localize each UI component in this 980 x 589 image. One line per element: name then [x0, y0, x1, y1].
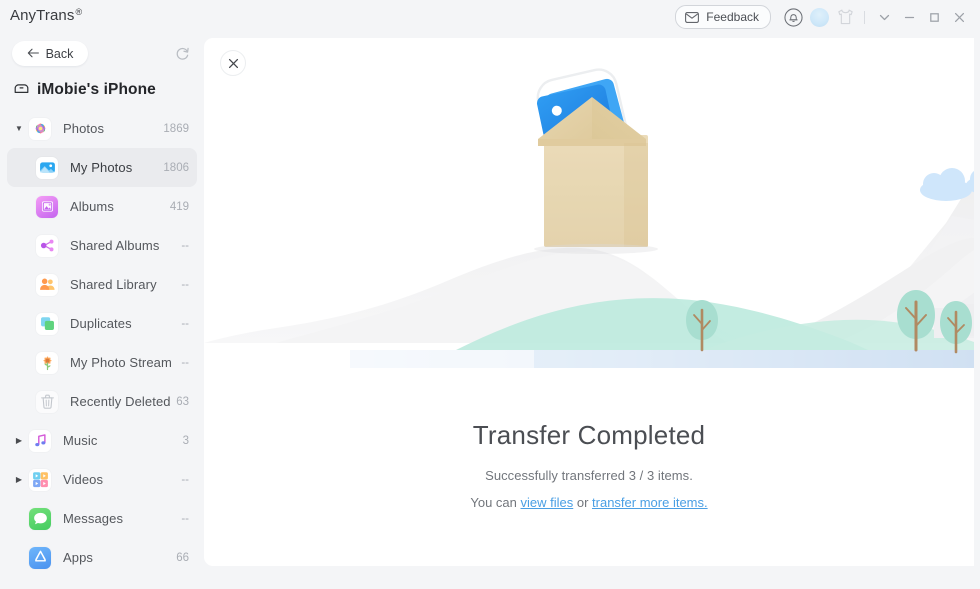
title-bar-controls: Feedback — [675, 0, 972, 34]
bell-icon[interactable] — [780, 4, 806, 30]
sidebar-item-count: 3 — [182, 434, 189, 447]
transfer-more-items-link[interactable]: transfer more items. — [592, 495, 708, 510]
my-photos-icon — [36, 156, 58, 179]
app-brand-name: AnyTrans — [10, 7, 75, 24]
caret-expanded-icon[interactable]: ▼ — [14, 124, 24, 133]
caret-collapsed-icon[interactable]: ▶ — [14, 436, 24, 445]
feedback-label: Feedback — [706, 10, 759, 24]
sidebar-item-photos[interactable]: ▼ Photos 1869 — [7, 109, 197, 148]
sidebar-item-label: Messages — [63, 511, 124, 526]
refresh-icon[interactable] — [172, 43, 193, 64]
links-middle: or — [573, 495, 593, 511]
panel-close-button[interactable] — [220, 50, 246, 76]
shared-library-icon — [36, 273, 58, 296]
messages-icon — [29, 507, 51, 530]
sidebar-item-label: Photos — [63, 121, 105, 136]
sidebar-item-label: My Photo Stream — [70, 355, 172, 370]
avatar[interactable] — [806, 4, 832, 30]
device-header: iMobie's iPhone — [0, 77, 204, 103]
sidebar-item-apps[interactable]: Apps 66 — [7, 538, 197, 577]
sidebar-item-label: Music — [63, 433, 98, 448]
sidebar-item-label: Shared Albums — [70, 238, 160, 253]
sidebar-item-count: -- — [181, 317, 189, 330]
device-name: iMobie's iPhone — [37, 81, 156, 98]
minimize-button[interactable] — [897, 4, 922, 30]
window-close-button[interactable] — [947, 4, 972, 30]
transfer-actions: You can view files or transfer more item… — [204, 495, 974, 510]
sidebar-item-my-photos[interactable]: My Photos 1806 — [7, 148, 197, 187]
page-title: Transfer Completed — [472, 420, 706, 450]
photos-icon — [29, 117, 51, 140]
sidebar-item-label: Apps — [63, 550, 94, 565]
sidebar-item-count: -- — [181, 278, 189, 291]
sidebar-item-videos[interactable]: ▶ Videos -- — [7, 460, 197, 499]
videos-icon — [29, 468, 51, 491]
back-label: Back — [45, 46, 74, 61]
view-files-link[interactable]: view files — [520, 495, 573, 510]
sidebar-item-count: 419 — [169, 200, 189, 213]
device-iphone-icon — [14, 81, 29, 99]
sidebar-item-shared-library[interactable]: Shared Library -- — [7, 265, 197, 304]
arrow-left-icon — [27, 47, 40, 61]
sidebar-item-label: Duplicates — [70, 316, 132, 331]
trash-icon — [36, 390, 58, 413]
main-panel: Transfer Completed Successfully transfer… — [204, 38, 974, 566]
sidebar-toolbar: Back — [0, 34, 204, 70]
avatar-image — [809, 7, 829, 27]
maximize-button[interactable] — [922, 4, 947, 30]
sidebar-item-music[interactable]: ▶ Music 3 — [7, 421, 197, 460]
sidebar: Back iMobie's iPhone ▼ Photos 1869 My Ph… — [0, 34, 204, 589]
anytrans-window: AnyTrans® Feedback Back iMobie's iPhone … — [0, 0, 980, 589]
sidebar-item-albums[interactable]: Albums 419 — [7, 187, 197, 226]
sidebar-item-count: -- — [181, 473, 189, 486]
sidebar-item-my-photo-stream[interactable]: My Photo Stream -- — [7, 343, 197, 382]
sidebar-item-count: -- — [181, 239, 189, 252]
sidebar-item-label: My Photos — [70, 160, 133, 175]
app-brand: AnyTrans® — [10, 7, 82, 24]
sidebar-item-count: 1806 — [163, 161, 189, 174]
sidebar-item-recently-deleted[interactable]: Recently Deleted 63 — [7, 382, 197, 421]
sidebar-item-duplicates[interactable]: Duplicates -- — [7, 304, 197, 343]
cloud — [920, 168, 972, 201]
divider — [864, 10, 865, 24]
sidebar-nav: ▼ Photos 1869 My Photos 1806 Albums 419 … — [0, 109, 204, 577]
transfer-complete-illustration — [204, 38, 974, 368]
close-icon — [228, 58, 238, 68]
sidebar-item-count: 66 — [176, 551, 189, 564]
sidebar-item-shared-albums[interactable]: Shared Albums -- — [7, 226, 197, 265]
sidebar-item-label: Shared Library — [70, 277, 157, 292]
photo-stream-icon — [36, 351, 58, 374]
transfer-message: Transfer Completed Successfully transfer… — [204, 420, 974, 510]
music-icon — [29, 429, 51, 452]
sidebar-item-label: Albums — [70, 199, 114, 214]
links-prefix: You can — [470, 495, 521, 511]
shared-albums-icon — [36, 234, 58, 257]
sidebar-item-count: 1869 — [163, 122, 189, 135]
apps-icon — [29, 546, 51, 569]
sidebar-item-count: 63 — [176, 395, 189, 408]
sidebar-item-label: Recently Deleted — [70, 394, 171, 409]
sidebar-item-messages[interactable]: Messages -- — [7, 499, 197, 538]
transfer-subtitle: Successfully transferred 3 / 3 items. — [485, 468, 693, 484]
shirt-icon[interactable] — [832, 4, 858, 30]
sidebar-item-label: Videos — [63, 472, 104, 487]
back-button[interactable]: Back — [12, 41, 88, 66]
sidebar-item-count: -- — [181, 512, 189, 525]
feedback-button[interactable]: Feedback — [675, 5, 771, 29]
title-bar: AnyTrans® Feedback — [0, 0, 980, 34]
caret-collapsed-icon[interactable]: ▶ — [14, 475, 24, 484]
duplicates-icon — [36, 312, 58, 335]
chevron-down-icon[interactable] — [872, 4, 897, 30]
registered-mark: ® — [75, 7, 83, 17]
sidebar-item-count: -- — [181, 356, 189, 369]
albums-icon — [36, 195, 58, 218]
mail-icon — [685, 11, 700, 23]
